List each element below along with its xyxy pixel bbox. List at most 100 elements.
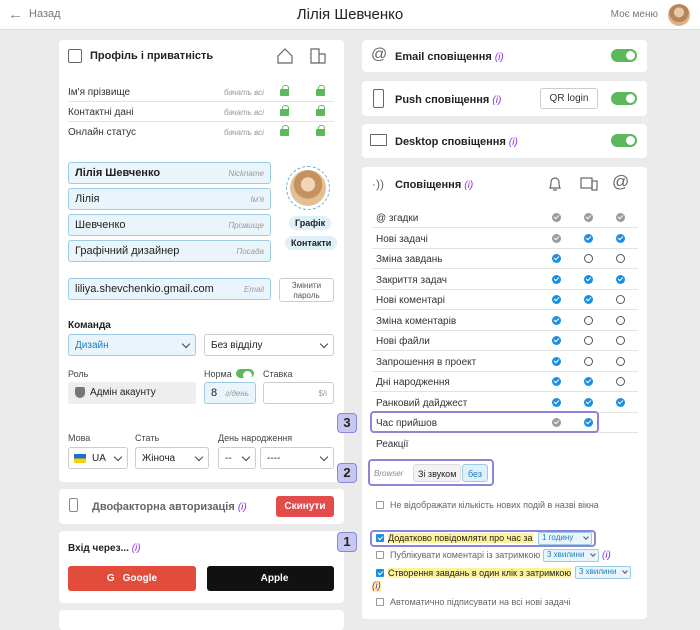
email-notif-toggle[interactable] xyxy=(611,49,637,62)
notification-channel-radio[interactable] xyxy=(584,336,593,345)
notification-row-label: Запрошення в проект xyxy=(376,356,477,368)
lock-open-icon[interactable] xyxy=(316,85,325,97)
notification-row-label: @ згадки xyxy=(376,213,419,224)
nickname-input[interactable]: Лілія Шевченко Nickname xyxy=(68,162,271,184)
notification-channel-radio[interactable] xyxy=(616,336,625,345)
notification-channel-radio[interactable] xyxy=(552,274,561,284)
apple-login-button[interactable]: Apple xyxy=(207,566,334,591)
extra-notify-checkbox[interactable] xyxy=(376,534,384,542)
shield-icon xyxy=(75,387,85,398)
notification-row: Нові коментарі xyxy=(372,290,638,310)
qr-login-button[interactable]: QR login xyxy=(540,88,598,109)
user-avatar[interactable] xyxy=(668,4,690,26)
notification-channel-radio[interactable] xyxy=(552,377,561,386)
notification-channel-radio[interactable] xyxy=(584,397,593,407)
lock-open-icon[interactable] xyxy=(280,85,289,97)
notification-channel-radio[interactable] xyxy=(584,377,593,386)
rate-input[interactable]: $/і xyxy=(263,382,334,404)
sound-off-button[interactable]: без xyxy=(462,464,488,482)
profile-photo[interactable] xyxy=(286,166,330,210)
rate-label: Ставка xyxy=(263,369,293,379)
contacts-button[interactable]: Контакти xyxy=(285,236,338,250)
oneclick-select[interactable]: 3 хвилини xyxy=(575,566,631,579)
team-select[interactable]: Дизайн xyxy=(68,334,196,356)
gender-label: Стать xyxy=(135,433,160,443)
lock-open-icon[interactable] xyxy=(316,105,325,117)
gender-select[interactable]: Жіноча xyxy=(135,447,209,469)
norm-toggle[interactable] xyxy=(236,369,254,380)
lock-open-icon[interactable] xyxy=(280,125,289,137)
notification-channel-radio[interactable] xyxy=(584,315,593,325)
notification-channel-radio[interactable] xyxy=(584,356,593,366)
notification-row: Зміна коментарів xyxy=(372,311,638,331)
push-notif-toggle[interactable] xyxy=(611,92,637,105)
last-name-input[interactable]: Шевченко Прізвище xyxy=(68,214,271,236)
notification-channel-radio[interactable] xyxy=(552,397,561,407)
notification-row: @ згадки xyxy=(372,208,638,228)
profile-title: Профіль і приватність xyxy=(90,50,214,62)
notification-channel-radio[interactable] xyxy=(584,295,593,304)
my-menu-link[interactable]: Моє меню xyxy=(611,9,658,20)
notification-row: Реакції xyxy=(372,434,638,454)
notification-channel-radio[interactable] xyxy=(552,356,561,366)
notification-channel-radio[interactable] xyxy=(552,336,561,345)
notification-channel-radio[interactable] xyxy=(616,397,625,407)
sound-waves-icon: ·)) xyxy=(372,177,384,191)
oneclick-info-icon[interactable]: (і) xyxy=(372,581,381,592)
lock-open-icon[interactable] xyxy=(280,105,289,117)
birthday-day-select[interactable]: -- xyxy=(218,447,256,469)
notification-channel-radio[interactable] xyxy=(584,274,593,284)
privacy-row-name: Ім'я прізвище бачать всі xyxy=(68,82,334,102)
autosign-checkbox[interactable] xyxy=(376,598,384,606)
notification-channel-radio[interactable] xyxy=(616,295,625,304)
notification-channel-radio[interactable] xyxy=(552,254,561,263)
notification-channel-radio[interactable] xyxy=(584,213,593,222)
delay-comments-checkbox[interactable] xyxy=(376,551,384,559)
notification-channel-radio[interactable] xyxy=(552,295,561,304)
at-icon: @ xyxy=(612,172,630,191)
delay-comments-select[interactable]: 3 хвилини xyxy=(543,549,599,562)
desktop-notif-toggle[interactable] xyxy=(611,134,637,147)
role-label: Роль xyxy=(68,369,89,379)
monitor-icon xyxy=(370,134,387,146)
department-select[interactable]: Без відділу xyxy=(204,334,334,356)
position-input[interactable]: Графічний дизайнер Посада xyxy=(68,240,271,262)
delay-info-icon[interactable]: (і) xyxy=(602,550,611,561)
notification-channel-radio[interactable] xyxy=(584,254,593,263)
notification-channel-radio[interactable] xyxy=(616,233,625,243)
hide-count-checkbox[interactable] xyxy=(376,501,384,509)
notification-channel-radio[interactable] xyxy=(616,254,625,263)
reset-2fa-button[interactable]: Скинути xyxy=(276,496,334,517)
notification-channel-radio[interactable] xyxy=(552,233,561,243)
email-input[interactable]: liliya.shevchenkio.gmail.com Email xyxy=(68,278,271,300)
building-icon[interactable] xyxy=(310,48,326,64)
notification-channel-radio[interactable] xyxy=(616,377,625,386)
email-notif-title: Email сповіщення (і) xyxy=(395,51,504,63)
notification-row-label: Нові коментарі xyxy=(376,295,445,306)
lock-open-icon[interactable] xyxy=(316,125,325,137)
ua-flag-icon xyxy=(74,454,86,463)
sound-on-button[interactable]: Зі звуком xyxy=(413,464,462,482)
login-title: Вхід через... (і) xyxy=(68,543,141,554)
notification-channel-radio[interactable] xyxy=(616,213,625,222)
left-bottom-panel xyxy=(59,610,344,630)
notification-channel-radio[interactable] xyxy=(552,315,561,325)
team-label: Команда xyxy=(68,320,111,331)
notification-channel-radio[interactable] xyxy=(616,274,625,284)
extra-notify-select[interactable]: 1 годину xyxy=(538,532,592,545)
google-login-button[interactable]: G Google xyxy=(68,566,196,591)
google-icon: G xyxy=(106,573,115,584)
annotation-badge-1: 1 xyxy=(337,532,357,552)
change-password-button[interactable]: Змінити пароль xyxy=(279,278,334,302)
notification-channel-radio[interactable] xyxy=(616,315,625,325)
notification-channel-radio[interactable] xyxy=(616,356,625,366)
first-name-input[interactable]: Лілія Ім'я xyxy=(68,188,271,210)
language-select[interactable]: UA xyxy=(68,447,128,469)
notification-channel-radio[interactable] xyxy=(584,233,593,243)
home-icon[interactable] xyxy=(277,48,293,64)
norm-input[interactable]: 8 г/день xyxy=(204,382,256,404)
notification-channel-radio[interactable] xyxy=(552,213,561,222)
schedule-button[interactable]: Графік xyxy=(289,216,332,230)
birthday-month-select[interactable]: ---- xyxy=(260,447,334,469)
oneclick-checkbox[interactable] xyxy=(376,569,384,577)
